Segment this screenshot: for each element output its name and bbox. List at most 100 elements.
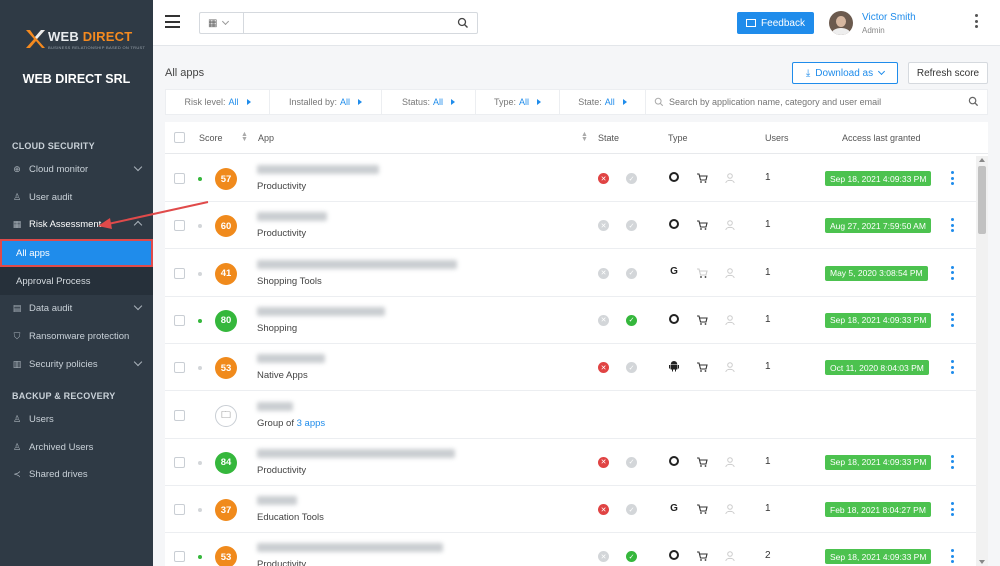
app-name-redacted[interactable] <box>257 496 297 506</box>
download-as-button[interactable]: ⤓ Download as <box>792 62 898 84</box>
blocked-off-icon[interactable]: ✕ <box>598 220 609 232</box>
approved-icon[interactable]: ✓ <box>626 314 637 326</box>
sidebar-item-shared-drives[interactable]: ≺ Shared drives <box>0 461 153 487</box>
app-name-redacted[interactable] <box>257 212 327 222</box>
caret-right-icon <box>358 99 363 105</box>
table-row[interactable]: 41 Shopping Tools ✕ ✓ G 1 May 5, 2020 3:08:54 … <box>165 250 976 297</box>
row-checkbox[interactable] <box>174 456 185 468</box>
sidebar-item-user-audit[interactable]: ♙ User audit <box>0 184 153 210</box>
app-name-redacted[interactable] <box>257 306 385 316</box>
app-name-redacted[interactable] <box>257 165 379 174</box>
sidebar-item-archived-users[interactable]: ♙ Archived Users <box>0 434 153 460</box>
select-all-checkbox[interactable] <box>174 132 185 143</box>
blocked-icon[interactable]: ✕ <box>598 362 609 374</box>
blocked-icon[interactable]: ✕ <box>598 173 609 184</box>
filter-status[interactable]: Status: All <box>382 89 476 115</box>
table-row[interactable]: 57 Productivity ✕ ✓ 1 Sep 18, 2021 4:09:33 PM <box>165 155 976 202</box>
scroll-up-icon[interactable] <box>979 158 985 162</box>
row-menu-icon[interactable] <box>951 454 955 472</box>
sidebar-item-security-policies[interactable]: ▥ Security policies <box>0 351 153 377</box>
approved-icon[interactable]: ✓ <box>626 551 637 563</box>
filter-installed-by[interactable]: Installed by: All <box>270 89 382 115</box>
filter-value: All <box>228 97 239 107</box>
blocked-icon[interactable]: ✕ <box>598 504 609 516</box>
top-search <box>243 12 478 34</box>
row-checkbox[interactable] <box>174 220 185 232</box>
app-name-redacted[interactable] <box>257 354 325 364</box>
group-apps-link[interactable]: 3 apps <box>297 418 326 429</box>
filter-state[interactable]: State: All <box>560 89 646 115</box>
table-row[interactable]: 84 Productivity ✕ ✓ 1 Sep 18, 2021 4:09:33 PM <box>165 439 976 486</box>
row-menu-icon[interactable] <box>951 265 955 283</box>
blocked-off-icon[interactable]: ✕ <box>598 314 609 326</box>
approved-off-icon[interactable]: ✓ <box>626 173 637 184</box>
app-search-input[interactable] <box>669 97 969 107</box>
row-checkbox[interactable] <box>174 409 185 421</box>
row-checkbox[interactable] <box>174 362 185 374</box>
header-score[interactable]: Score <box>199 133 223 143</box>
menu-icon[interactable] <box>165 15 180 28</box>
row-checkbox[interactable] <box>174 314 185 326</box>
sidebar-item-approval-process[interactable]: Approval Process <box>0 267 153 295</box>
row-menu-icon[interactable] <box>951 218 955 235</box>
sidebar-item-all-apps[interactable]: All apps <box>0 239 153 267</box>
approved-off-icon[interactable]: ✓ <box>626 267 637 279</box>
blocked-icon[interactable]: ✕ <box>598 456 609 468</box>
row-menu-icon[interactable] <box>951 360 955 377</box>
row-checkbox[interactable] <box>174 504 185 516</box>
chevron-up-icon <box>133 220 143 230</box>
refresh-score-button[interactable]: Refresh score <box>908 62 988 84</box>
sidebar-item-cloud-monitor[interactable]: ⊕ Cloud monitor <box>0 156 153 182</box>
table-row[interactable]: 60 Productivity ✕ ✓ 1 Aug 27, 2021 7:59:50 AM <box>165 202 976 250</box>
row-menu-icon[interactable] <box>951 502 955 519</box>
sort-icon[interactable]: ▲ ▼ <box>581 131 588 143</box>
approved-off-icon[interactable]: ✓ <box>626 456 637 468</box>
user-name[interactable]: Victor Smith <box>862 12 916 23</box>
top-search-input[interactable] <box>244 13 449 33</box>
approved-off-icon[interactable]: ✓ <box>626 220 637 232</box>
row-menu-icon[interactable] <box>951 549 955 566</box>
sidebar-item-data-audit[interactable]: ▤ Data audit <box>0 295 153 321</box>
row-menu-icon[interactable] <box>951 171 955 188</box>
header-users: Users <box>765 133 789 143</box>
app-name-redacted[interactable] <box>257 448 455 458</box>
caret-right-icon <box>246 99 251 105</box>
sidebar-item-users[interactable]: ♙ Users <box>0 406 153 432</box>
scrollbar-thumb[interactable] <box>978 166 986 234</box>
row-menu-icon[interactable] <box>951 312 955 330</box>
view-toggle[interactable]: ▦ <box>199 12 243 34</box>
approved-off-icon[interactable]: ✓ <box>626 504 637 516</box>
feedback-button[interactable]: Feedback <box>737 12 814 34</box>
table-row[interactable]: 80 Shopping ✕ ✓ 1 Sep 18, 2021 4:09:33 PM <box>165 297 976 344</box>
search-submit-icon[interactable] <box>968 96 979 107</box>
sidebar-item-label: User audit <box>29 191 73 203</box>
app-name-redacted[interactable] <box>257 401 293 411</box>
table-row[interactable]: 37 Education Tools ✕ ✓ G 1 Feb 18, 2021 8:04:2… <box>165 486 976 534</box>
blocked-off-icon[interactable]: ✕ <box>598 267 609 279</box>
search-icon[interactable] <box>457 17 469 29</box>
avatar[interactable] <box>829 11 853 35</box>
table-row[interactable]: 🗀 Group of 3 apps <box>165 392 976 439</box>
sidebar-item-label: Ransomware protection <box>29 330 130 342</box>
more-options-icon[interactable] <box>975 14 979 31</box>
blocked-off-icon[interactable]: ✕ <box>598 551 609 563</box>
users-icon: ♙ <box>12 413 22 424</box>
table-row[interactable]: 53 Productivity ✕ ✓ 2 Sep 18, 2021 4:09:33 PM <box>165 533 976 566</box>
app-name-redacted[interactable] <box>257 259 457 269</box>
header-app[interactable]: App <box>258 133 274 143</box>
filter-type[interactable]: Type: All <box>476 89 560 115</box>
row-checkbox[interactable] <box>174 267 185 279</box>
table-row[interactable]: 53 Native Apps ✕ ✓ 1 Oct 11, 2020 8:04:03 PM <box>165 344 976 392</box>
chevron-down-icon <box>133 357 143 367</box>
filter-risk-level[interactable]: Risk level: All <box>166 89 270 115</box>
sort-icon[interactable]: ▲ ▼ <box>241 131 248 143</box>
table-scrollbar[interactable] <box>976 156 988 566</box>
approved-off-icon[interactable]: ✓ <box>626 362 637 374</box>
sidebar-item-ransomware[interactable]: ⛉ Ransomware protection <box>0 323 153 349</box>
row-checkbox[interactable] <box>174 551 185 563</box>
sidebar-item-risk-assessment[interactable]: ▦ Risk Assessment <box>0 211 153 237</box>
app-name-redacted[interactable] <box>257 543 443 553</box>
filter-bar: Risk level: All Installed by: All Status: A… <box>165 89 988 115</box>
scroll-down-icon[interactable] <box>979 560 985 564</box>
row-checkbox[interactable] <box>174 173 185 184</box>
